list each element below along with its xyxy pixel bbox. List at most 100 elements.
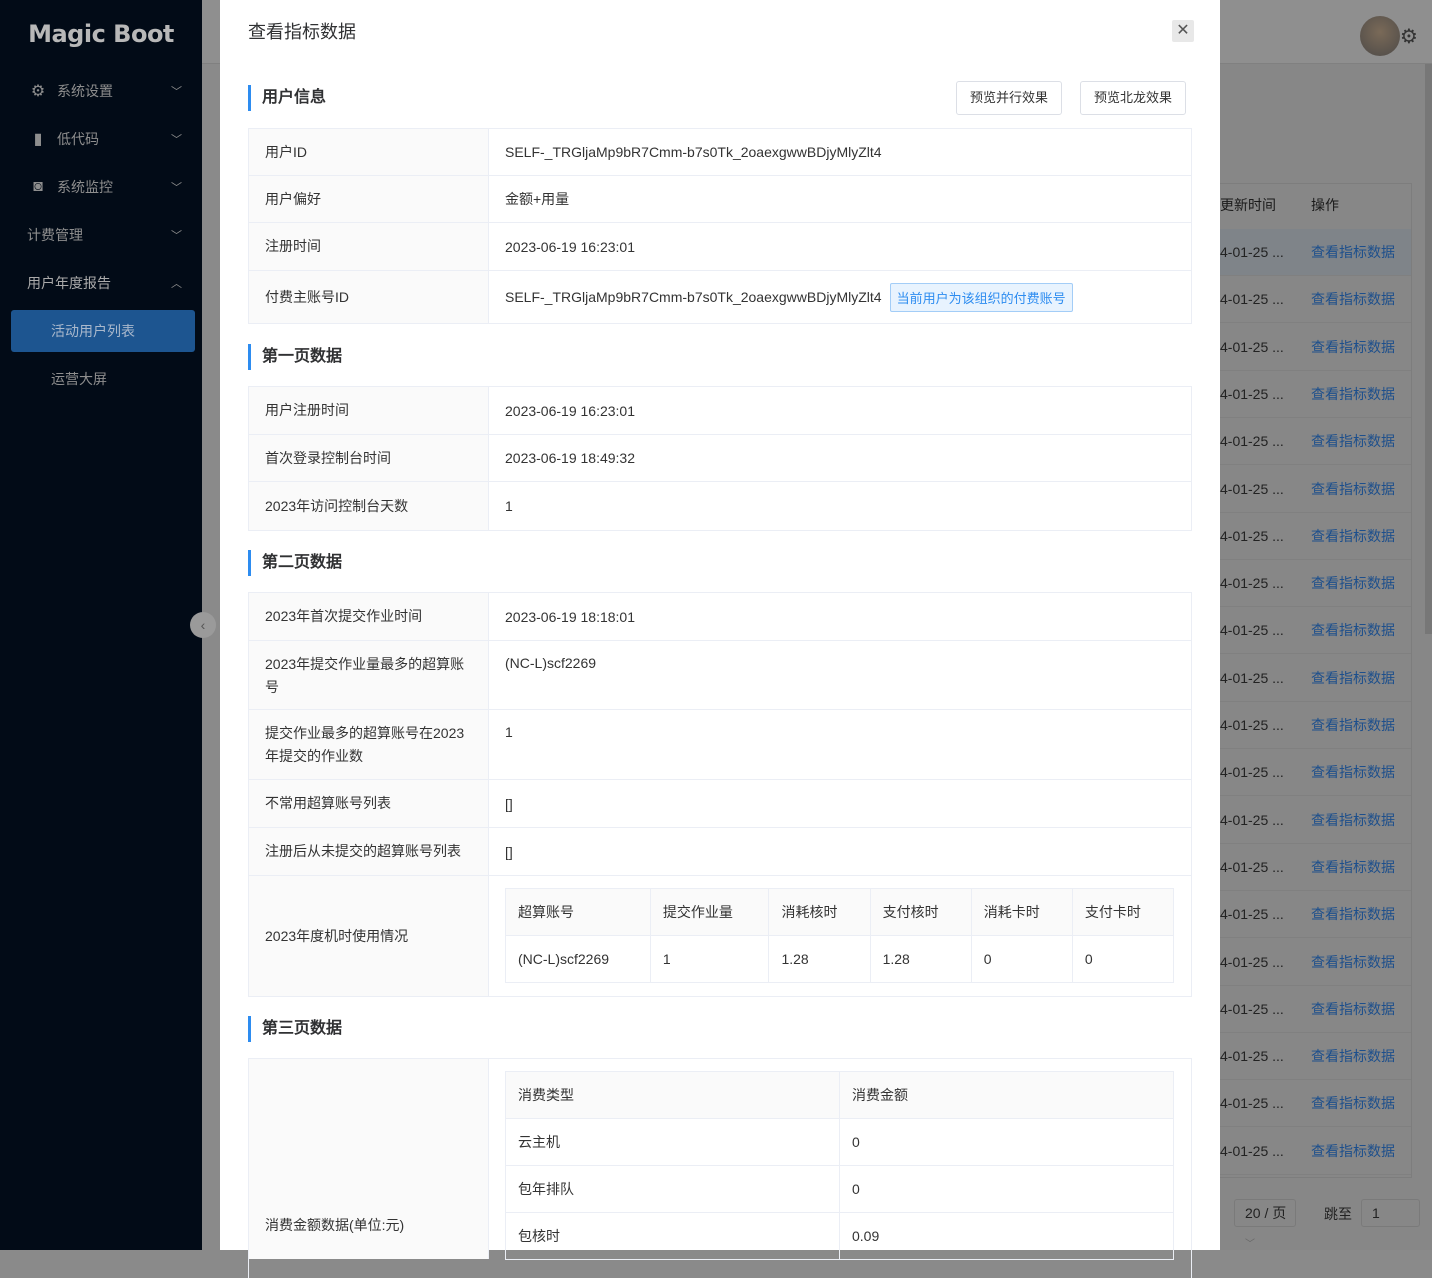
view-metrics-link[interactable]: 查看指标数据 [1311,891,1395,938]
description-row: 用户ID SELF-_TRGljaMp9bR7Cmm-b7s0Tk_2oaexgw… [249,129,1191,176]
description-row: 不常用超算账号列表 [] [249,780,1191,828]
table-row: 包核时 0.09 [505,1212,1174,1260]
table-row: 4-01-25 ... 查看指标数据 [1220,844,1411,891]
label-text: 消费金额数据(单位:元) [265,1217,405,1233]
view-metrics-link[interactable]: 查看指标数据 [1311,466,1395,513]
table-row: 4-01-25 ... 查看指标数据 [1220,1128,1411,1175]
view-metrics-link[interactable]: 查看指标数据 [1311,1033,1395,1080]
table-row: 4-01-25 ... 查看指标数据 [1220,418,1411,466]
description-label: 注册时间 [249,223,489,270]
menu-label: 计费管理 [27,227,83,243]
jump-input[interactable]: 1 [1361,1199,1420,1227]
scrollbar[interactable] [1425,64,1432,634]
description-value: 金额+用量 [489,176,1191,222]
settings-gear-icon[interactable]: ⚙ [1400,24,1418,49]
update-time: 4-01-25 ... [1220,480,1284,497]
table-cell: 0 [839,1118,1174,1166]
sidebar: Magic Boot ⚙ 系统设置 ﹀ ▮ 低代码 ﹀ ◙ 系统监控 ﹀ 计费管理 ﹀ 用户年… [0,0,202,1250]
description-row: 注册后从未提交的超算账号列表 [] [249,828,1191,876]
view-metrics-link[interactable]: 查看指标数据 [1311,607,1395,654]
view-metrics-link[interactable]: 查看指标数据 [1311,1128,1395,1175]
table-row: 4-01-25 ... 查看指标数据 [1220,939,1411,986]
avatar[interactable] [1360,16,1400,56]
view-metrics-link[interactable]: 查看指标数据 [1311,418,1395,465]
view-metrics-link[interactable]: 查看指标数据 [1311,1080,1395,1127]
description-row: 用户偏好 金额+用量 [249,176,1191,223]
update-time: 4-01-25 ... [1220,953,1284,970]
label-text: 付费主账号ID [265,288,349,305]
description-value: 1 [489,482,1191,530]
description-value: 2023-06-19 18:49:32 [489,435,1191,481]
chevron-down-icon: ﹀ [171,230,182,242]
table-row: 4-01-25 ... 查看指标数据 [1220,1080,1411,1128]
menu-ops-screen[interactable]: 运营大屏 [0,355,202,403]
column-header: 超算账号 [505,888,651,936]
table-row: 4-01-25 ... 查看指标数据 [1220,466,1411,513]
table-row: 4-01-25 ... 查看指标数据 [1220,1033,1411,1081]
close-icon[interactable]: ✕ [1172,20,1194,42]
preview-parallel-button[interactable]: 预览并行效果 [956,81,1063,115]
label-text: 不常用超算账号列表 [265,795,391,811]
view-metrics-link[interactable]: 查看指标数据 [1311,939,1395,986]
description-row: 提交作业最多的超算账号在2023年提交的作业数 1 [249,710,1191,780]
view-metrics-link[interactable]: 查看指标数据 [1311,844,1395,891]
view-metrics-link[interactable]: 查看指标数据 [1311,702,1395,749]
menu-annual-report[interactable]: 用户年度报告 ︿ [0,259,202,307]
description-label: 注册后从未提交的超算账号列表 [249,828,489,875]
view-metrics-link[interactable]: 查看指标数据 [1311,371,1395,418]
menu-billing[interactable]: 计费管理 ﹀ [0,211,202,259]
table-row: 4-01-25 ... 查看指标数据 [1220,324,1411,371]
menu-label: 低代码 [57,131,99,147]
view-metrics-link[interactable]: 查看指标数据 [1311,513,1395,560]
table-row: 4-01-25 ... 查看指标数据 [1220,655,1411,702]
label-text: 用户注册时间 [265,402,349,418]
view-metrics-link[interactable]: 查看指标数据 [1311,229,1395,276]
table-row: 包年排队 0 [505,1165,1174,1213]
description-value: SELF-_TRGljaMp9bR7Cmm-b7s0Tk_2oaexgwwBDj… [489,129,1191,175]
table-cell: 1 [649,935,770,983]
description-row: 2023年提交作业量最多的超算账号 (NC-L)scf2269 [249,641,1191,710]
view-metrics-link[interactable]: 查看指标数据 [1311,797,1395,844]
menu-system-monitor[interactable]: ◙ 系统监控 ﹀ [0,163,202,211]
view-metrics-link[interactable]: 查看指标数据 [1311,749,1395,796]
descriptions-table: 2023年首次提交作业时间 2023-06-19 18:18:01 2023年提交作… [248,592,1192,997]
label-text: 用户ID [265,143,307,160]
page-size-select[interactable]: 20 / 页 ﹀ [1234,1199,1296,1250]
view-metrics-link[interactable]: 查看指标数据 [1311,276,1395,323]
column-header: 操作 [1311,197,1339,213]
menu-label: 系统设置 [57,83,113,99]
table-row: 4-01-25 ... 查看指标数据 [1220,797,1411,844]
value-text: (NC-L)scf2269 [505,655,597,671]
menu-label: 活动用户列表 [51,323,135,339]
chevron-down-icon: ﹀ [1245,1239,1255,1250]
table-cell: 0 [839,1165,1174,1213]
menu-active-users[interactable]: 活动用户列表 [11,310,195,352]
menu-label: 运营大屏 [51,371,107,387]
description-row: 消费金额数据(单位:元) 消费类型 消费金额 云主机 0 包年排队 0 包核时 0.09 [249,1059,1191,1260]
menu-low-code[interactable]: ▮ 低代码 ﹀ [0,115,202,163]
table-cell: 0 [970,935,1073,983]
table-row: 云主机 0 [505,1118,1174,1166]
table-cell: 0.09 [839,1212,1174,1260]
update-time: 4-01-25 ... [1220,338,1284,355]
update-time: 4-01-25 ... [1220,527,1284,544]
update-time: 4-01-25 ... [1220,433,1284,450]
description-row: 首次登录控制台时间 2023-06-19 18:49:32 [249,435,1191,482]
view-metrics-link[interactable]: 查看指标数据 [1311,655,1395,702]
view-metrics-link[interactable]: 查看指标数据 [1311,986,1395,1033]
view-metrics-link[interactable]: 查看指标数据 [1311,560,1395,607]
value-text: 金额+用量 [505,191,570,207]
column-header: 消耗核时 [768,888,871,936]
description-label: 首次登录控制台时间 [249,435,489,481]
table-row: 4-01-25 ... 查看指标数据 [1220,229,1411,276]
menu-system-settings[interactable]: ⚙ 系统设置 ﹀ [0,67,202,115]
value-text: 2023-06-19 16:23:01 [505,238,635,255]
column-header: 提交作业量 [649,888,770,936]
collapse-sidebar-button[interactable]: ‹ [190,612,216,638]
preview-beilong-button[interactable]: 预览北龙效果 [1080,81,1187,115]
view-metrics-link[interactable]: 查看指标数据 [1311,324,1395,371]
update-time: 4-01-25 ... [1220,1095,1284,1112]
section-title: 用户信息 [248,85,326,111]
update-time: 4-01-25 ... [1220,385,1284,402]
description-label: 用户ID [249,129,489,175]
